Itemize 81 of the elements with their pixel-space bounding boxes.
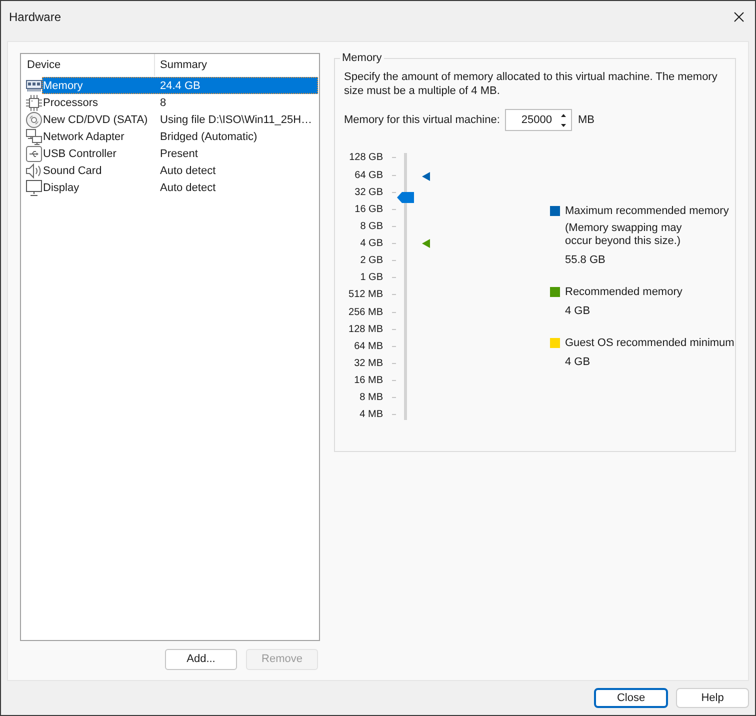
description-text: Specify the amount of memory allocated to this virtual machine. The memory size must be a multiple of 4 MB.: [344, 70, 718, 98]
scale-label: 16 GB: [354, 202, 383, 217]
tick-mark: [392, 157, 396, 158]
tick-mark: [392, 294, 396, 296]
legend-value: 4 GB: [565, 304, 590, 318]
scale-label: 128 MB: [348, 322, 383, 337]
tick-mark: [392, 174, 396, 176]
scale-label: 32 GB: [354, 186, 383, 200]
unit-label: MB: [578, 112, 594, 128]
scale-label: 8 GB: [360, 220, 383, 234]
disc-icon: [26, 112, 42, 128]
tick-mark: [392, 208, 396, 210]
device-name: New CD/DVD (SATA): [43, 112, 149, 126]
device-row[interactable]: Network Adapter Bridged (Automatic): [42, 128, 318, 145]
speaker-icon: [26, 162, 42, 178]
scale-label: 32 MB: [354, 356, 383, 371]
device-name: Display: [43, 180, 80, 194]
device-summary: Present: [159, 146, 198, 160]
scale-label: 16 MB: [354, 374, 383, 388]
scale-label: 8 MB: [360, 391, 383, 406]
monitor-icon: [26, 180, 42, 196]
device-row[interactable]: New CD/DVD (SATA) Using file D:\ISO\Win11_25H…: [42, 111, 318, 128]
tick-mark: [392, 346, 396, 347]
device-summary: Bridged (Automatic): [159, 130, 258, 144]
legend-value: 4 GB: [565, 354, 590, 369]
scale-label: 512 MB: [348, 288, 383, 302]
scale-label: 1 GB: [360, 271, 383, 286]
device-name: USB Controller: [43, 146, 118, 160]
column-header[interactable]: Device: [21, 54, 155, 76]
legend-value: 55.8 GB: [565, 252, 606, 267]
device-name: Network Adapter: [43, 130, 126, 144]
dialog-button[interactable]: Close: [594, 688, 668, 708]
tick-mark: [392, 414, 396, 416]
legend-label: Recommended memory: [565, 284, 682, 299]
field-label: Memory for this virtual machine:: [344, 112, 501, 128]
caret-down-icon: [560, 124, 566, 126]
chip-icon: [26, 94, 42, 110]
tick-mark: [392, 226, 396, 227]
network-icon: [26, 128, 42, 144]
device-row[interactable]: Sound Card Auto detect: [42, 162, 318, 179]
slider-thumb[interactable]: [397, 192, 414, 203]
device-summary: 24.4 GB: [159, 78, 200, 92]
scale-label: 4 GB: [360, 237, 383, 252]
tick-mark: [392, 380, 396, 382]
window-title: Hardware: [9, 10, 62, 24]
legend-label: Guest OS recommended minimum: [565, 336, 734, 350]
number-input[interactable]: 25000: [505, 109, 555, 131]
device-summary: Using file D:\ISO\Win11_25H…: [159, 112, 312, 126]
device-row[interactable]: Display Auto detect: [42, 179, 318, 196]
close-icon: [734, 12, 744, 22]
legend-label: Maximum recommended memory: [565, 204, 729, 218]
scale-label: 128 GB: [349, 151, 383, 166]
device-row[interactable]: Memory 24.4 GB: [42, 77, 318, 94]
tick-mark: [392, 192, 396, 193]
tick-mark: [392, 328, 396, 330]
device-summary: 8: [159, 96, 166, 110]
device-name: Memory: [43, 78, 84, 92]
tick-mark: [392, 397, 396, 398]
scale-label: 256 MB: [348, 306, 383, 320]
scale-label: 64 MB: [354, 340, 383, 354]
legend-note: (Memory swapping may occur beyond this size.): [565, 222, 683, 248]
device-row[interactable]: Processors 8: [42, 94, 318, 111]
add-button[interactable]: Add...: [165, 649, 237, 670]
tick-mark: [392, 312, 396, 313]
scale-label: 2 GB: [360, 254, 383, 268]
column-header[interactable]: Summary: [155, 54, 319, 76]
device-row[interactable]: USB Controller Present: [42, 145, 318, 162]
tick-mark: [392, 243, 396, 244]
tick-mark: [392, 277, 396, 278]
scale-label: 4 MB: [360, 408, 383, 422]
memory-module-icon: [26, 80, 42, 92]
scale-label: 64 GB: [354, 168, 383, 183]
tick-mark: [392, 260, 396, 262]
device-summary: Auto detect: [159, 180, 216, 194]
tick-mark: [392, 362, 396, 364]
device-name: Processors: [43, 96, 100, 110]
group-title: Memory: [341, 51, 383, 65]
dialog-button[interactable]: Help: [676, 688, 749, 708]
device-summary: Auto detect: [159, 164, 216, 178]
device-name: Sound Card: [43, 164, 103, 178]
caret-up-icon: [560, 114, 566, 116]
